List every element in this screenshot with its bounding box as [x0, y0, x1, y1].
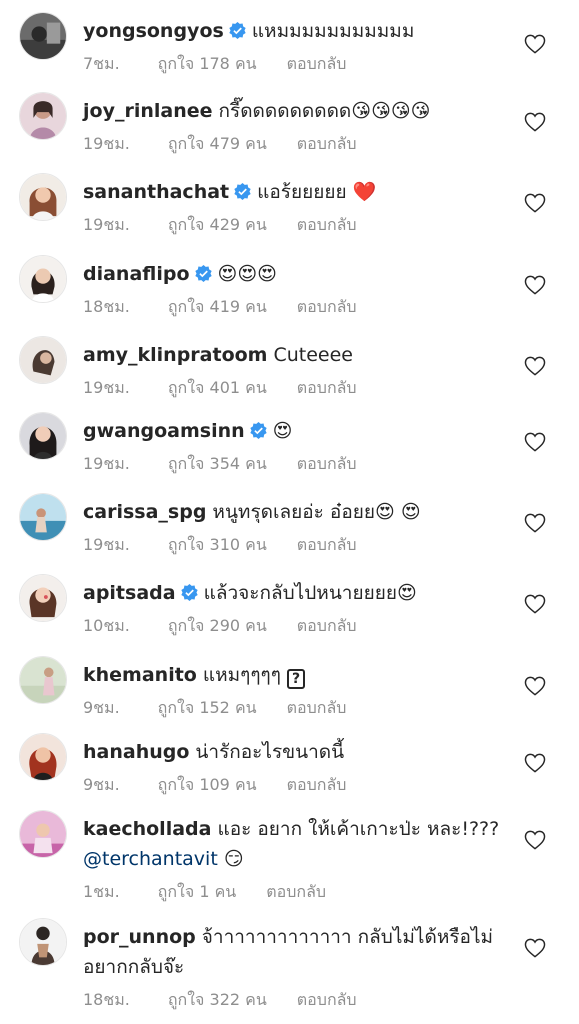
comment-time: 1ชม. [83, 882, 120, 901]
like-heart-icon[interactable] [524, 356, 546, 376]
comment-username[interactable]: yongsongyos [83, 20, 224, 42]
like-heart-icon[interactable] [524, 830, 546, 850]
comment-time: 19ชม. [83, 454, 130, 473]
avatar[interactable] [19, 412, 67, 460]
comment-likes[interactable]: ถูกใจ 429 คน [168, 215, 267, 234]
avatar[interactable] [19, 918, 67, 966]
comment-username[interactable]: kaechollada [83, 818, 211, 840]
like-heart-icon[interactable] [524, 513, 546, 533]
avatar[interactable] [19, 92, 67, 140]
verified-badge-icon [249, 422, 267, 439]
comment-username[interactable]: gwangoamsinn [83, 420, 245, 442]
comment-likes[interactable]: ถูกใจ 178 คน [158, 54, 257, 73]
comment-text: น่ารักอะไรขนาดนี้ [195, 741, 345, 763]
comment-likes[interactable]: ถูกใจ 322 คน [168, 990, 267, 1009]
comment-time: 7ชม. [83, 54, 120, 73]
avatar[interactable] [19, 574, 67, 622]
like-heart-icon[interactable] [524, 275, 546, 295]
comment-likes[interactable]: ถูกใจ 109 คน [158, 775, 257, 794]
like-heart-icon[interactable] [524, 753, 546, 773]
comment-username[interactable]: joy_rinlanee [83, 100, 213, 122]
like-heart-icon[interactable] [524, 676, 546, 696]
comment-time: 19ชม. [83, 134, 130, 153]
unknown-glyph-icon: ? [287, 669, 306, 689]
verified-badge-icon [234, 183, 251, 200]
reply-button[interactable]: ตอบกลับ [287, 698, 347, 717]
like-heart-icon[interactable] [524, 594, 546, 614]
reply-button[interactable]: ตอบกลับ [297, 454, 357, 473]
comment-username[interactable]: apitsada [83, 582, 176, 604]
mention-link[interactable]: @terchantavit [83, 848, 218, 870]
avatar[interactable] [19, 173, 67, 221]
comment-time: 19ชม. [83, 378, 130, 397]
comment-likes[interactable]: ถูกใจ 152 คน [158, 698, 257, 717]
comment-time: 10ชม. [83, 616, 130, 635]
comment-time: 18ชม. [83, 990, 130, 1009]
comment-time: 18ชม. [83, 297, 130, 316]
comment-username[interactable]: amy_klinpratoom [83, 344, 267, 366]
comment-time: 9ชม. [83, 775, 120, 794]
comment-likes[interactable]: ถูกใจ 1 คน [158, 882, 237, 901]
comment-likes[interactable]: ถูกใจ 401 คน [168, 378, 267, 397]
avatar[interactable] [19, 810, 67, 858]
reply-button[interactable]: ตอบกลับ [297, 616, 357, 635]
comment-likes[interactable]: ถูกใจ 290 คน [168, 616, 267, 635]
verified-badge-icon [229, 22, 246, 39]
comment-username[interactable]: dianaflipo [83, 263, 190, 285]
verified-badge-icon [194, 265, 212, 282]
like-heart-icon[interactable] [524, 938, 546, 958]
comment-likes[interactable]: ถูกใจ 419 คน [168, 297, 267, 316]
avatar[interactable] [19, 733, 67, 781]
comment-text: แหมๆๆๆๆ [202, 664, 281, 686]
comment-text: กรี๊ดดดดดดดดด😘😘😘😘 [218, 100, 431, 122]
comment-text-after: 😏 [217, 848, 244, 870]
comment-username[interactable]: carissa_spg [83, 501, 206, 523]
comment-username[interactable]: sananthachat [83, 181, 229, 203]
reply-button[interactable]: ตอบกลับ [297, 134, 357, 153]
reply-button[interactable]: ตอบกลับ [297, 990, 357, 1009]
like-heart-icon[interactable] [524, 112, 546, 132]
comment-text: 😍 [272, 420, 293, 442]
comment-username[interactable]: hanahugo [83, 741, 189, 763]
like-heart-icon[interactable] [524, 432, 546, 452]
comment-text: 😍😍😍 [217, 263, 277, 285]
reply-button[interactable]: ตอบกลับ [297, 297, 357, 316]
verified-badge-icon [180, 584, 198, 601]
avatar[interactable] [19, 656, 67, 704]
comment-text: หนูทรุดเลยอ่ะ อ๋อยย😍 😍 [212, 501, 421, 523]
comment-text: แหมมมมมมมมมมม [251, 20, 415, 42]
avatar[interactable] [19, 255, 67, 303]
comment-text: แอะ อยาก ให้เค้าเกาะป่ะ หละ!??? [217, 818, 500, 840]
reply-button[interactable]: ตอบกลับ [287, 775, 347, 794]
like-heart-icon[interactable] [524, 34, 546, 54]
reply-button[interactable]: ตอบกลับ [287, 54, 347, 73]
reply-button[interactable]: ตอบกลับ [297, 378, 357, 397]
reply-button[interactable]: ตอบกลับ [297, 215, 357, 234]
comment-text: แอร้ยยยยย ❤️ [257, 181, 377, 203]
comment-username[interactable]: por_unnop [83, 926, 196, 948]
comment-list: yongsongyos แหมมมมมมมมมมม 7ชม. ถูกใจ 178 ค… [0, 0, 579, 1024]
reply-button[interactable]: ตอบกลับ [266, 882, 326, 901]
comment-likes[interactable]: ถูกใจ 310 คน [168, 535, 267, 554]
comment-time: 19ชม. [83, 215, 130, 234]
reply-button[interactable]: ตอบกลับ [297, 535, 357, 554]
comment-text: แล้วจะกลับไปหนายยยย😍 [203, 582, 417, 604]
comment-username[interactable]: khemanito [83, 664, 197, 686]
comment-likes[interactable]: ถูกใจ 479 คน [168, 134, 267, 153]
comment-time: 9ชม. [83, 698, 120, 717]
comment-time: 19ชม. [83, 535, 130, 554]
avatar[interactable] [19, 493, 67, 541]
avatar[interactable] [19, 12, 67, 60]
comment-likes[interactable]: ถูกใจ 354 คน [168, 454, 267, 473]
like-heart-icon[interactable] [524, 193, 546, 213]
comment-text: Cuteeee [273, 344, 354, 366]
avatar[interactable] [19, 336, 67, 384]
